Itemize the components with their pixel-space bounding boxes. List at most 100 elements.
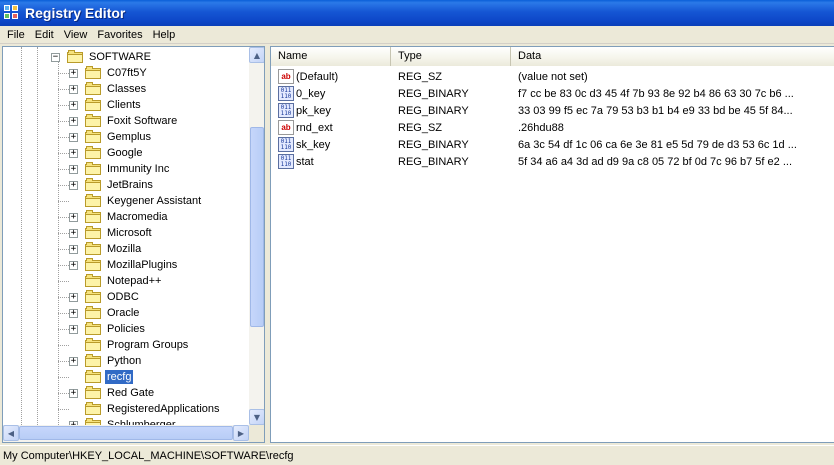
column-header-data[interactable]: Data	[511, 47, 834, 66]
folder-icon	[85, 178, 101, 191]
scroll-down-icon[interactable]: ▼	[249, 409, 264, 425]
scroll-up-icon[interactable]: ▲	[249, 47, 264, 63]
folder-icon	[85, 82, 101, 95]
scroll-corner	[249, 425, 264, 442]
menu-file[interactable]: File	[2, 29, 30, 41]
tree-guide-line	[58, 137, 69, 138]
tree-item[interactable]: + Python	[58, 353, 249, 369]
value-name: 0_key	[296, 88, 326, 100]
tree-guide-line	[58, 393, 69, 394]
menu-view[interactable]: View	[59, 29, 93, 41]
expand-icon[interactable]: +	[69, 389, 78, 398]
tree-item[interactable]: + Policies	[58, 321, 249, 337]
value-type: REG_BINARY	[398, 156, 469, 168]
expand-icon[interactable]: +	[69, 213, 78, 222]
tree-item-label: Classes	[107, 83, 147, 95]
tree-item-label: Oracle	[107, 307, 140, 319]
expand-icon[interactable]: +	[69, 165, 78, 174]
tree-item[interactable]: + Google	[58, 145, 249, 161]
tree-item[interactable]: RegisteredApplications	[58, 401, 249, 417]
tree-item-label: Gemplus	[107, 131, 152, 143]
tree-item-label: SOFTWARE	[89, 51, 151, 63]
tree-item[interactable]: + Gemplus	[58, 129, 249, 145]
tree-guide-line	[21, 47, 22, 425]
list-header: Name Type Data	[271, 47, 834, 66]
tree-item[interactable]: + Immunity Inc	[58, 161, 249, 177]
tree-item[interactable]: + Classes	[58, 81, 249, 97]
expand-icon[interactable]: +	[69, 293, 78, 302]
value-row[interactable]: ab (Default) REG_SZ (value not set)	[271, 68, 834, 85]
value-data: 33 03 99 f5 ec 7a 79 53 b3 b1 b4 e9 33 b…	[518, 105, 793, 117]
menu-help[interactable]: Help	[148, 29, 181, 41]
folder-icon	[85, 194, 101, 207]
tree-item[interactable]: Program Groups	[58, 337, 249, 353]
tree-item[interactable]: + Macromedia	[58, 209, 249, 225]
scroll-left-icon[interactable]: ◀	[3, 425, 19, 441]
column-header-type[interactable]: Type	[391, 47, 511, 66]
tree-item[interactable]: + Clients	[58, 97, 249, 113]
tree-item-software[interactable]: − SOFTWARE	[51, 49, 241, 65]
value-row[interactable]: 011 110 0_key REG_BINARY f7 cc be 83 0c d3 4…	[271, 85, 834, 102]
folder-icon	[85, 130, 101, 143]
tree-item[interactable]: + Oracle	[58, 305, 249, 321]
folder-icon	[85, 114, 101, 127]
value-name: sk_key	[296, 139, 331, 151]
tree-item[interactable]: + MozillaPlugins	[58, 257, 249, 273]
column-header-name[interactable]: Name	[271, 47, 391, 66]
tree-item[interactable]: Keygener Assistant	[58, 193, 249, 209]
values-list[interactable]: Name Type Data ab (Default) REG_SZ (value n…	[270, 46, 834, 443]
expand-icon[interactable]: +	[69, 309, 78, 318]
value-type: REG_SZ	[398, 71, 443, 83]
tree-item[interactable]: + Mozilla	[58, 241, 249, 257]
tree-item-label: MozillaPlugins	[107, 259, 178, 271]
expand-icon[interactable]: +	[69, 245, 78, 254]
tree-item-label: Python	[107, 355, 142, 367]
tree-horizontal-scrollbar[interactable]: ◀ ▶	[3, 425, 249, 442]
tree-item-label: Policies	[107, 323, 145, 335]
vertical-scroll-thumb[interactable]	[250, 127, 264, 327]
menu-edit[interactable]: Edit	[30, 29, 59, 41]
expand-icon[interactable]: +	[69, 133, 78, 142]
expand-icon[interactable]: +	[69, 117, 78, 126]
expand-icon[interactable]: +	[69, 69, 78, 78]
tree-guide-line	[58, 121, 69, 122]
expand-icon[interactable]: +	[69, 149, 78, 158]
value-row[interactable]: ab rnd_ext REG_SZ .26hdu88	[271, 119, 834, 136]
tree-guide-line	[58, 233, 69, 234]
tree-item-label: JetBrains	[107, 179, 153, 191]
value-data: 6a 3c 54 df 1c 06 ca 6e 3e 81 e5 5d 79 d…	[518, 139, 797, 151]
registry-tree[interactable]: − SOFTWARE + C07ft5Y + Classes + Clients + Foxi…	[2, 46, 265, 443]
tree-item[interactable]: + Foxit Software	[58, 113, 249, 129]
tree-item[interactable]: recfg	[58, 369, 249, 385]
tree-item[interactable]: + JetBrains	[58, 177, 249, 193]
tree-guide-line	[58, 361, 69, 362]
expand-icon[interactable]: +	[69, 101, 78, 110]
title-bar[interactable]: Registry Editor	[0, 0, 834, 26]
tree-vertical-scrollbar[interactable]: ▲ ▼	[249, 47, 264, 425]
value-type: REG_BINARY	[398, 105, 469, 117]
expand-icon[interactable]: +	[69, 325, 78, 334]
menu-favorites[interactable]: Favorites	[92, 29, 147, 41]
expand-icon[interactable]: +	[69, 181, 78, 190]
expand-icon[interactable]: +	[69, 85, 78, 94]
scroll-right-icon[interactable]: ▶	[233, 425, 249, 441]
value-name: stat	[296, 156, 314, 168]
value-row[interactable]: 011 110 pk_key REG_BINARY 33 03 99 f5 ec 7a …	[271, 102, 834, 119]
expand-icon[interactable]: +	[69, 261, 78, 270]
tree-item[interactable]: + Microsoft	[58, 225, 249, 241]
value-type: REG_BINARY	[398, 139, 469, 151]
folder-icon	[85, 306, 101, 319]
tree-item[interactable]: Notepad++	[58, 273, 249, 289]
tree-item[interactable]: + Red Gate	[58, 385, 249, 401]
expand-icon[interactable]: +	[69, 229, 78, 238]
tree-guide-line	[58, 169, 69, 170]
value-row[interactable]: 011 110 sk_key REG_BINARY 6a 3c 54 df 1c 06 …	[271, 136, 834, 153]
value-row[interactable]: 011 110 stat REG_BINARY 5f 34 a6 a4 3d ad d9…	[271, 153, 834, 170]
folder-icon	[85, 242, 101, 255]
tree-item[interactable]: + Schlumberger	[69, 417, 249, 425]
tree-item[interactable]: + C07ft5Y	[58, 65, 249, 81]
horizontal-scroll-thumb[interactable]	[19, 426, 233, 440]
tree-item[interactable]: + ODBC	[58, 289, 249, 305]
collapse-icon[interactable]: −	[51, 53, 60, 62]
expand-icon[interactable]: +	[69, 357, 78, 366]
